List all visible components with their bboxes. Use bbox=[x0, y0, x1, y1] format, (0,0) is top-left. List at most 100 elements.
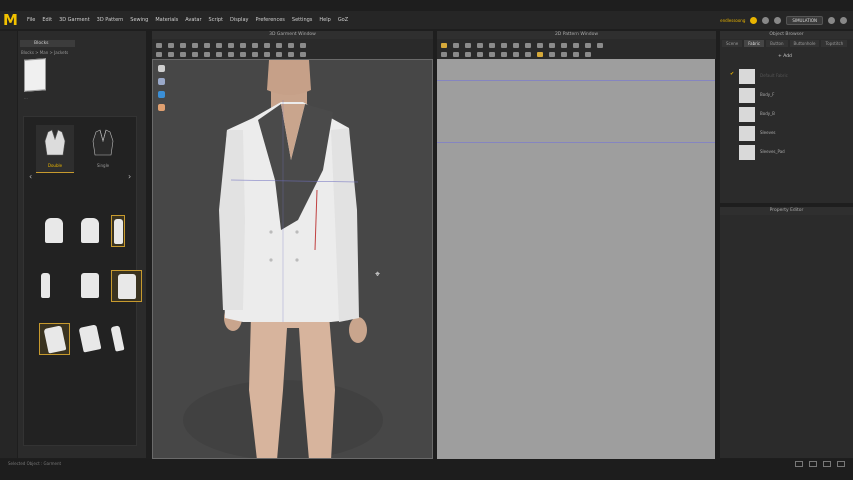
piece-back-2[interactable] bbox=[75, 270, 106, 302]
arrangement-icon[interactable] bbox=[168, 51, 174, 57]
edit-curvature-icon[interactable] bbox=[465, 42, 471, 48]
fabric-item[interactable]: Sleeves bbox=[736, 124, 853, 143]
fold-tool-icon[interactable] bbox=[192, 42, 198, 48]
pin-tool-icon[interactable] bbox=[204, 42, 210, 48]
texture-icon[interactable] bbox=[216, 51, 222, 57]
stress-map-icon[interactable] bbox=[192, 51, 198, 57]
simulation-button[interactable]: SIMULATION bbox=[786, 15, 823, 25]
lock-icon[interactable] bbox=[276, 51, 282, 57]
add-point-icon[interactable] bbox=[477, 42, 483, 48]
tab-blocks[interactable]: Blocks bbox=[20, 40, 75, 47]
button-tool-icon[interactable] bbox=[252, 42, 258, 48]
fabric-item[interactable]: Body_B bbox=[736, 105, 853, 124]
tab-scene[interactable]: Scene bbox=[722, 40, 743, 47]
tab-buttonhole[interactable]: Buttonhole bbox=[789, 40, 820, 47]
pin-2d-icon[interactable] bbox=[477, 51, 483, 57]
menu-3d-garment[interactable]: 3D Garment bbox=[59, 17, 90, 23]
symmetry-icon[interactable] bbox=[585, 51, 591, 57]
mesh-icon[interactable] bbox=[228, 51, 234, 57]
rectangle-icon[interactable] bbox=[501, 42, 507, 48]
strain-map-icon[interactable] bbox=[180, 51, 186, 57]
free-sewing-icon[interactable] bbox=[453, 51, 459, 57]
trace-icon[interactable] bbox=[573, 42, 579, 48]
zoom-icon[interactable] bbox=[561, 51, 567, 57]
cloud-icon[interactable] bbox=[750, 16, 758, 24]
measure-tool-icon[interactable] bbox=[288, 42, 294, 48]
user-name[interactable]: endlessoong bbox=[720, 18, 745, 23]
buttonhole-2d-icon[interactable] bbox=[501, 51, 507, 57]
piece-back-1[interactable] bbox=[39, 270, 53, 302]
menu-settings[interactable]: Settings bbox=[292, 17, 313, 23]
menu-display[interactable]: Display bbox=[230, 17, 248, 23]
topstitch-2d-icon[interactable] bbox=[513, 51, 519, 57]
edit-pattern-icon[interactable] bbox=[453, 42, 459, 48]
style-single[interactable]: Single bbox=[84, 125, 122, 173]
pen-tool-icon[interactable] bbox=[300, 42, 306, 48]
fullscreen-icon[interactable] bbox=[837, 461, 845, 467]
sticky-icon[interactable] bbox=[240, 51, 246, 57]
internal-rectangle-icon[interactable] bbox=[537, 42, 543, 48]
pattern-measure-icon[interactable] bbox=[537, 51, 543, 57]
grid-icon[interactable] bbox=[573, 51, 579, 57]
internal-circle-icon[interactable] bbox=[549, 42, 555, 48]
tack-tool-icon[interactable] bbox=[240, 42, 246, 48]
menu-sewing[interactable]: Sewing bbox=[130, 17, 148, 23]
annotation-icon[interactable] bbox=[549, 51, 555, 57]
menu-avatar[interactable]: Avatar bbox=[185, 17, 201, 23]
app-logo[interactable]: M bbox=[3, 12, 19, 28]
help-icon[interactable] bbox=[762, 16, 770, 24]
piece-front-3[interactable] bbox=[111, 215, 125, 247]
dart-icon[interactable] bbox=[561, 42, 567, 48]
texture-edit-icon[interactable] bbox=[585, 42, 591, 48]
notification-icon[interactable] bbox=[774, 16, 782, 24]
piece-front-2[interactable] bbox=[75, 215, 106, 247]
check-sewing-icon[interactable] bbox=[465, 51, 471, 57]
tab-button[interactable]: Button bbox=[766, 40, 788, 47]
menu-help[interactable]: Help bbox=[319, 17, 330, 23]
move-tool-icon[interactable] bbox=[168, 42, 174, 48]
menu-3d-pattern[interactable]: 3D Pattern bbox=[97, 17, 124, 23]
avatar-measure-icon[interactable] bbox=[156, 51, 162, 57]
add-fabric-button[interactable]: + Add bbox=[778, 54, 792, 59]
block-preview-thumbnail[interactable] bbox=[24, 58, 46, 92]
seam-tool-icon[interactable] bbox=[228, 42, 234, 48]
transform-tool-icon[interactable] bbox=[180, 42, 186, 48]
reset-icon[interactable] bbox=[300, 51, 306, 57]
fabric-item[interactable]: Sleeves_Pad bbox=[736, 143, 853, 162]
fit-map-icon[interactable] bbox=[204, 51, 210, 57]
piece-sleeve-2[interactable] bbox=[75, 323, 106, 355]
tab-topstitch[interactable]: Topstitch bbox=[821, 40, 848, 47]
settings-icon[interactable] bbox=[828, 16, 835, 24]
menu-edit[interactable]: Edit bbox=[42, 17, 52, 23]
window-icon[interactable] bbox=[840, 16, 847, 24]
piece-front-1[interactable] bbox=[39, 215, 70, 247]
next-arrow-icon[interactable]: › bbox=[128, 172, 131, 181]
layout-split-icon[interactable] bbox=[823, 461, 831, 467]
select-tool-icon[interactable] bbox=[156, 42, 162, 48]
fabric-item[interactable]: Body_F bbox=[736, 86, 853, 105]
buttonhole-tool-icon[interactable] bbox=[264, 42, 270, 48]
layout-2d-icon[interactable] bbox=[809, 461, 817, 467]
topstitch-tool-icon[interactable] bbox=[276, 42, 282, 48]
3d-garment-viewport[interactable]: ⌖ bbox=[152, 59, 433, 459]
2d-pattern-viewport[interactable] bbox=[437, 59, 715, 459]
piece-sleeve-3[interactable] bbox=[110, 323, 125, 355]
solidify-icon[interactable] bbox=[288, 51, 294, 57]
piece-back-3[interactable] bbox=[111, 270, 142, 302]
fabric-item[interactable]: Default Fabric bbox=[736, 67, 853, 86]
menu-file[interactable]: File bbox=[27, 17, 35, 23]
internal-polygon-icon[interactable] bbox=[525, 42, 531, 48]
tab-fabric[interactable]: Fabric bbox=[744, 40, 765, 47]
piece-sleeve-1[interactable] bbox=[39, 323, 70, 355]
segment-sewing-icon[interactable] bbox=[441, 51, 447, 57]
cut-tool-icon[interactable] bbox=[216, 42, 222, 48]
show-icon[interactable] bbox=[264, 51, 270, 57]
menu-goz[interactable]: GoZ bbox=[338, 17, 348, 23]
graphic-icon[interactable] bbox=[597, 42, 603, 48]
layout-3d-icon[interactable] bbox=[795, 461, 803, 467]
menu-materials[interactable]: Materials bbox=[155, 17, 178, 23]
fold-arrangement-icon[interactable] bbox=[525, 51, 531, 57]
pattern-select-icon[interactable] bbox=[441, 42, 447, 48]
style-double[interactable]: Double bbox=[36, 125, 74, 173]
hide-icon[interactable] bbox=[252, 51, 258, 57]
